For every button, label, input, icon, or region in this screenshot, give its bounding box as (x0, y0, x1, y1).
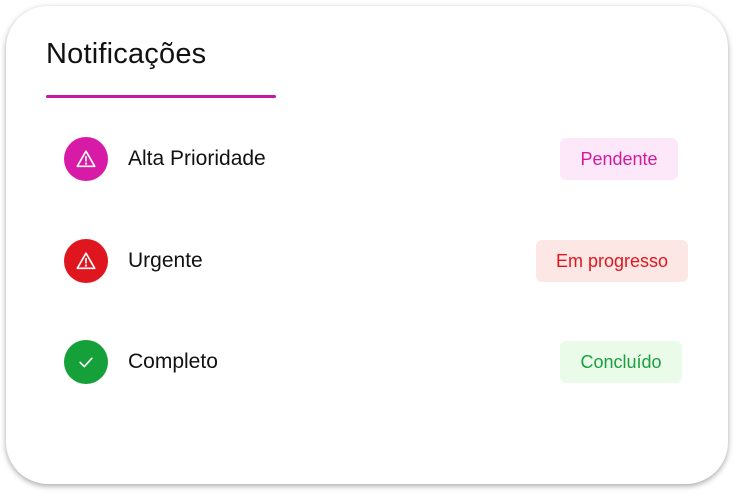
page-title: Notificações (46, 38, 207, 70)
notifications-card: Notificações Alta Prioridade Pendente Ur… (6, 6, 728, 484)
title-underline (46, 95, 276, 98)
check-icon (64, 340, 108, 384)
list-item-urgente[interactable]: Urgente Em progresso (6, 236, 728, 286)
list-item-completo[interactable]: Completo Concluído (6, 337, 728, 387)
status-badge-pendente: Pendente (560, 138, 678, 180)
warning-icon (64, 137, 108, 181)
list-item-alta-prioridade[interactable]: Alta Prioridade Pendente (6, 134, 728, 184)
status-badge-em-progresso: Em progresso (536, 240, 688, 282)
list-item-label: Alta Prioridade (128, 147, 266, 170)
list-item-label: Urgente (128, 249, 203, 272)
warning-icon (64, 239, 108, 283)
list-item-label: Completo (128, 350, 218, 373)
status-badge-concluido: Concluído (560, 341, 682, 383)
